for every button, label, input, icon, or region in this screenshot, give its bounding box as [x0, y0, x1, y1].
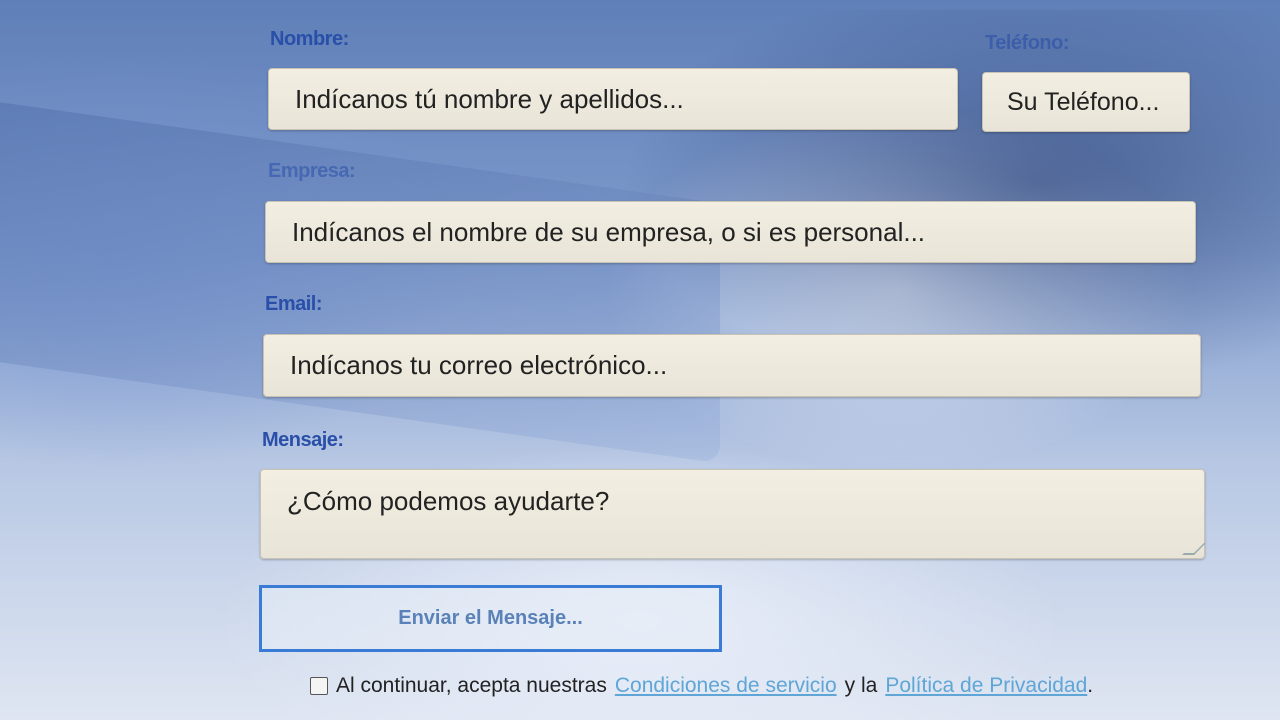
background-tablet	[0, 96, 720, 464]
phone-field[interactable]: Su Teléfono...	[982, 72, 1190, 132]
name-field[interactable]: Indícanos tú nombre y apellidos...	[268, 68, 958, 130]
company-placeholder: Indícanos el nombre de su empresa, o si …	[292, 216, 926, 247]
message-label: Mensaje:	[262, 429, 344, 451]
email-placeholder: Indícanos tu correo electrónico...	[290, 350, 668, 380]
send-message-button[interactable]: Enviar el Mensaje...	[259, 585, 722, 652]
terms-link[interactable]: Condiciones de servicio	[615, 674, 837, 698]
phone-label: Teléfono:	[985, 32, 1070, 54]
privacy-link[interactable]: Política de Privacidad	[885, 674, 1087, 698]
phone-placeholder: Su Teléfono...	[1007, 87, 1160, 116]
consent-text-after: .	[1087, 674, 1094, 697]
company-field[interactable]: Indícanos el nombre de su empresa, o si …	[265, 201, 1196, 263]
consent-text-middle: y la	[844, 674, 878, 697]
message-textarea[interactable]: ¿Cómo podemos ayudarte?	[260, 469, 1206, 559]
name-placeholder: Indícanos tú nombre y apellidos...	[295, 83, 684, 114]
consent-row: Al continuar, acepta nuestras Condicione…	[310, 674, 1093, 698]
name-label: Nombre:	[270, 28, 349, 50]
company-label: Empresa:	[268, 160, 356, 182]
consent-checkbox[interactable]	[310, 677, 328, 695]
message-placeholder: ¿Cómo podemos ayudarte?	[287, 486, 610, 516]
email-field[interactable]: Indícanos tu correo electrónico...	[263, 334, 1201, 397]
background-hand	[620, 10, 1280, 390]
consent-text-before: Al continuar, acepta nuestras	[336, 674, 607, 697]
resize-handle-icon[interactable]	[1182, 543, 1206, 555]
email-label: Email:	[265, 293, 323, 315]
